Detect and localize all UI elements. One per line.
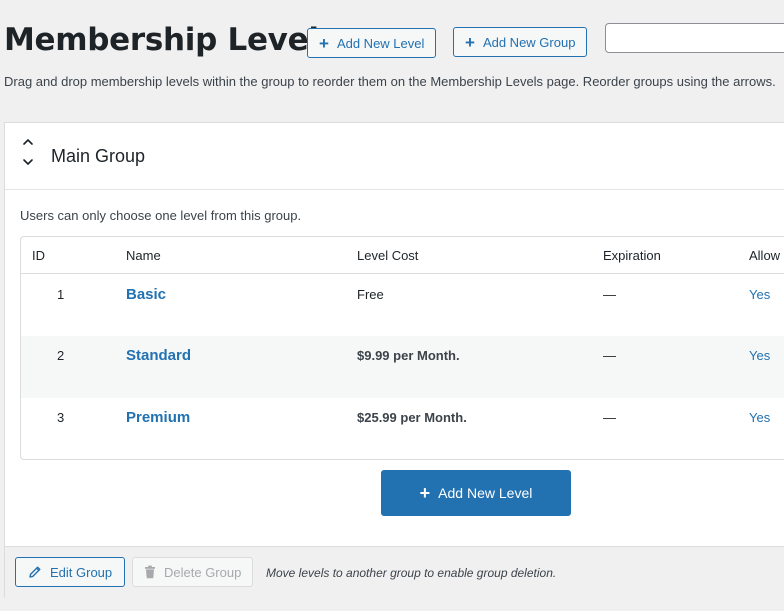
plus-icon: + bbox=[419, 482, 431, 503]
page-header: Membership Levels bbox=[4, 20, 337, 60]
level-id: 3 bbox=[57, 410, 65, 425]
group-note: Users can only choose one level from thi… bbox=[20, 208, 302, 223]
group-card: Main Group Users can only choose one lev… bbox=[4, 122, 784, 598]
level-id: 1 bbox=[57, 287, 65, 302]
level-cost: Free bbox=[357, 287, 384, 302]
instructions-text: Drag and drop membership levels within t… bbox=[4, 74, 776, 89]
footer-note: Move levels to another group to enable g… bbox=[266, 566, 557, 580]
group-header: Main Group bbox=[5, 123, 784, 190]
add-new-group-label: Add New Group bbox=[482, 34, 576, 50]
level-name-link[interactable]: Standard bbox=[126, 347, 191, 364]
level-cost: $25.99 per Month. bbox=[357, 410, 467, 425]
group-footer: Edit Group Delete Group Move levels to a… bbox=[5, 546, 784, 598]
page-title: Membership Levels bbox=[4, 22, 337, 58]
edit-group-button[interactable]: Edit Group bbox=[15, 557, 126, 587]
trash-icon bbox=[145, 565, 155, 579]
add-new-level-to-group-button[interactable]: + Add New Level bbox=[381, 470, 571, 516]
add-new-level-label: Add New Level bbox=[438, 485, 533, 501]
chevron-up-icon[interactable] bbox=[22, 137, 34, 147]
pencil-icon bbox=[29, 566, 41, 578]
column-header-name: Name bbox=[126, 248, 161, 263]
chevron-down-icon[interactable] bbox=[22, 157, 34, 167]
add-new-level-button[interactable]: + Add New Level bbox=[307, 28, 437, 58]
allow-signups-link[interactable]: Yes bbox=[749, 348, 770, 363]
search-input[interactable] bbox=[605, 23, 784, 53]
edit-group-label: Edit Group bbox=[50, 564, 113, 580]
column-header-allow-signups: Allow Signups bbox=[749, 248, 784, 263]
column-header-expiration: Expiration bbox=[603, 248, 661, 263]
delete-group-label: Delete Group bbox=[164, 564, 242, 580]
add-new-group-button[interactable]: + Add New Group bbox=[453, 27, 588, 57]
level-name-link[interactable]: Basic bbox=[126, 286, 166, 303]
level-expiration: — bbox=[603, 287, 616, 302]
add-new-level-label: Add New Level bbox=[336, 35, 425, 51]
plus-icon: + bbox=[319, 33, 329, 53]
column-header-id: ID bbox=[32, 248, 45, 263]
allow-signups-link[interactable]: Yes bbox=[749, 410, 770, 425]
level-expiration: — bbox=[603, 348, 616, 363]
column-header-level-cost: Level Cost bbox=[357, 248, 419, 263]
group-title: Main Group bbox=[51, 146, 146, 166]
membership-levels-page: Membership Levels + Add New Level + Add … bbox=[0, 0, 784, 611]
level-id: 2 bbox=[57, 348, 65, 363]
level-expiration: — bbox=[603, 410, 616, 425]
table-row[interactable]: 1 Basic Free — Yes bbox=[21, 274, 784, 336]
table-header-row: ID Name Level Cost Expiration Allow Sign… bbox=[21, 237, 784, 274]
plus-icon: + bbox=[465, 32, 475, 52]
table-row[interactable]: 2 Standard $9.99 per Month. — Yes bbox=[21, 336, 784, 398]
levels-table: ID Name Level Cost Expiration Allow Sign… bbox=[20, 236, 784, 460]
table-row[interactable]: 3 Premium $25.99 per Month. — Yes bbox=[21, 398, 784, 459]
allow-signups-link[interactable]: Yes bbox=[749, 287, 770, 302]
group-sort-arrows bbox=[21, 137, 35, 171]
delete-group-button: Delete Group bbox=[132, 557, 254, 587]
level-cost: $9.99 per Month. bbox=[357, 348, 460, 363]
level-name-link[interactable]: Premium bbox=[126, 409, 190, 426]
